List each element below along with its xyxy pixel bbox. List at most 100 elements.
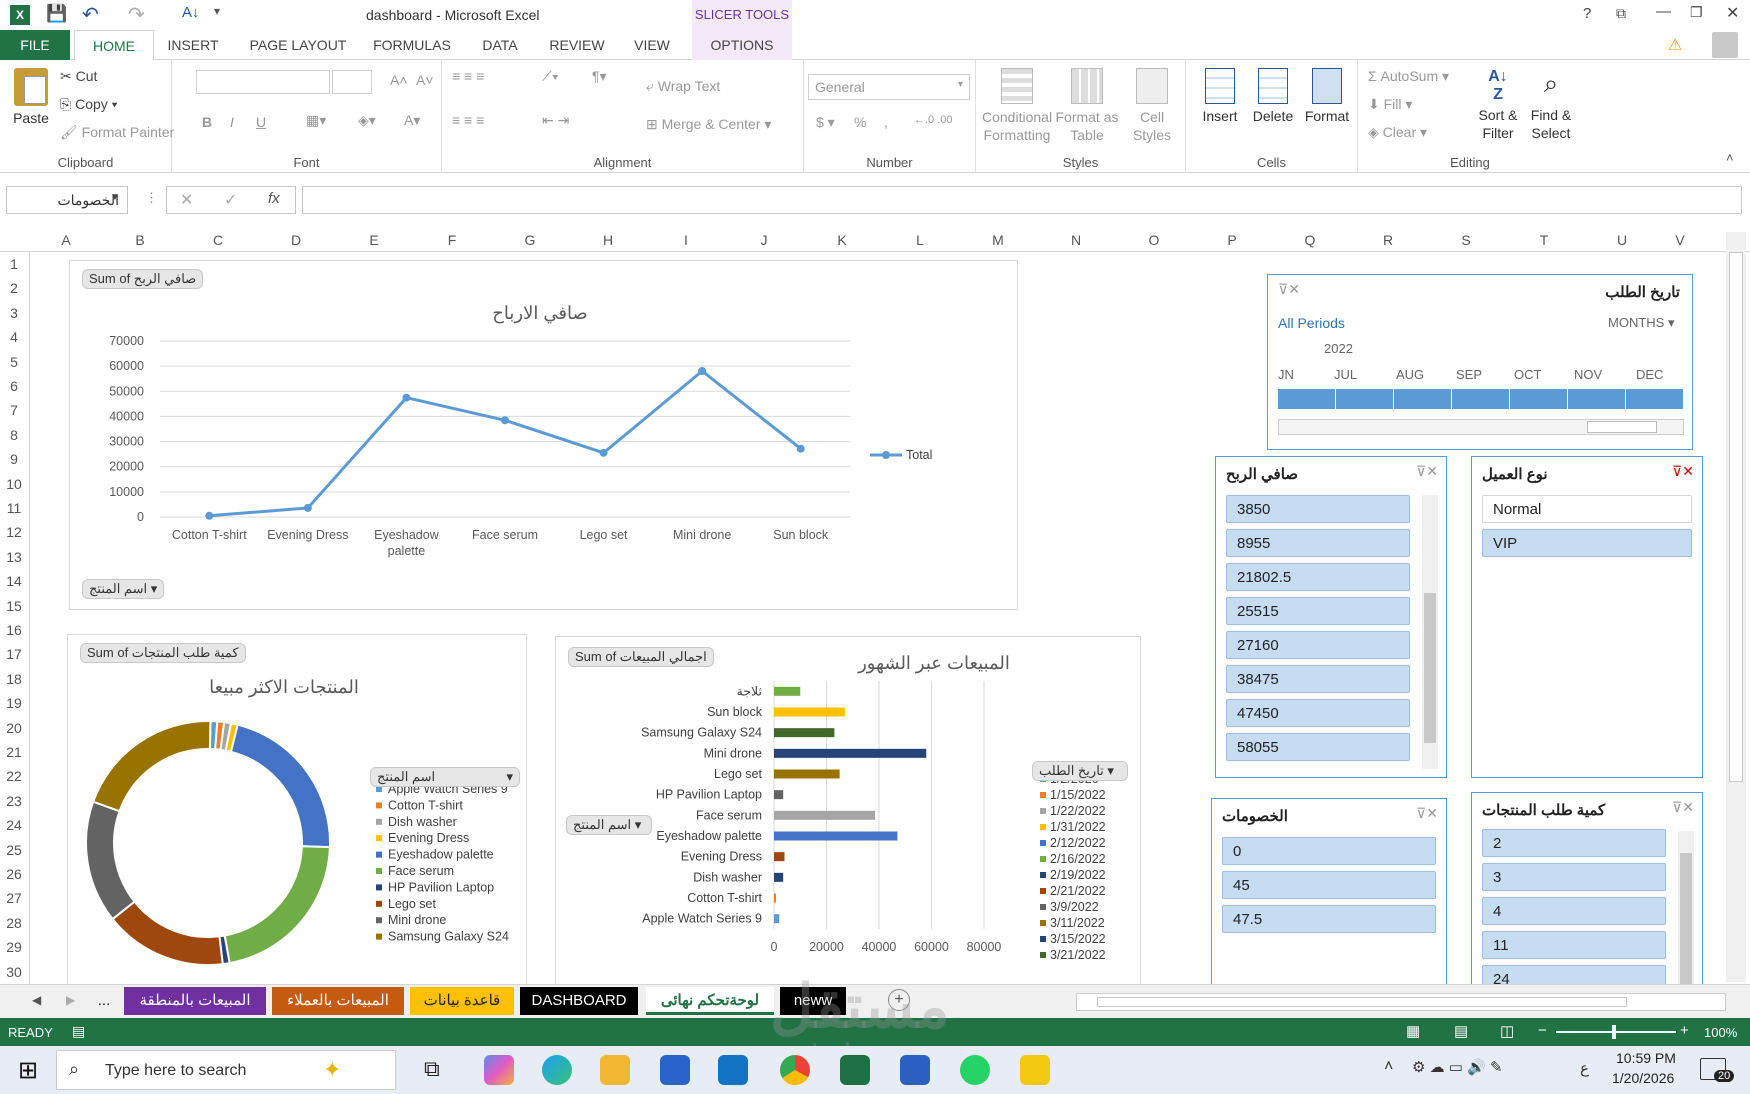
sheet-tab[interactable]: قاعدة بيانات	[410, 987, 514, 1015]
row-header[interactable]: 13	[0, 549, 28, 565]
column-header[interactable]: E	[335, 232, 413, 248]
tab-file[interactable]: FILE	[0, 30, 70, 60]
store-icon[interactable]	[660, 1055, 690, 1085]
row-header[interactable]: 10	[0, 476, 28, 492]
row-header[interactable]: 14	[0, 573, 28, 589]
column-header[interactable]: C	[179, 232, 257, 248]
slicer-item[interactable]: 27160	[1226, 631, 1410, 659]
cancel-formula-icon[interactable]: ✕	[180, 190, 193, 210]
format-painter-button[interactable]: 🖌 Format Painter	[60, 124, 174, 141]
timeline-month[interactable]: JUL	[1334, 367, 1357, 382]
font-name-select[interactable]	[196, 70, 330, 94]
all-periods-link[interactable]: All Periods	[1278, 315, 1345, 331]
sheet-tab[interactable]: المبيعات بالعملاء	[272, 987, 404, 1015]
slicer-item[interactable]: 47.5	[1222, 905, 1436, 933]
outlook-icon[interactable]	[718, 1055, 748, 1085]
clear-button[interactable]: ◈ Clear ▾	[1368, 124, 1427, 141]
collapse-ribbon-icon[interactable]: ˄	[1726, 150, 1734, 165]
windows-start-icon[interactable]: ⊞	[18, 1056, 38, 1085]
column-header[interactable]: O	[1115, 232, 1193, 248]
column-header[interactable]: U	[1583, 232, 1661, 248]
excel-logo-icon[interactable]: X	[10, 5, 30, 25]
clear-filter-icon[interactable]: ⊽✕	[1416, 805, 1438, 822]
customize-qat-icon[interactable]: ▾	[214, 4, 220, 18]
italic-button[interactable]: I	[230, 114, 234, 130]
slicer-item[interactable]: 11	[1482, 931, 1666, 959]
fill-color-icon[interactable]: ◈▾	[358, 112, 376, 129]
column-header[interactable]: P	[1193, 232, 1271, 248]
comma-button[interactable]: ,	[884, 114, 888, 130]
column-header[interactable]: Q	[1271, 232, 1349, 248]
row-header[interactable]: 19	[0, 695, 28, 711]
slicer-item[interactable]: 45	[1222, 871, 1436, 899]
customer-type-slicer[interactable]: نوع العميل ⊽✕ Normal VIP	[1471, 456, 1703, 778]
slicer-item[interactable]: 47450	[1226, 699, 1410, 727]
maximize-icon[interactable]: ❐	[1690, 4, 1703, 21]
clear-filter-icon[interactable]: ⊽✕	[1672, 463, 1694, 480]
column-header[interactable]: G	[491, 232, 569, 248]
clear-filter-icon[interactable]: ⊽✕	[1672, 799, 1694, 816]
column-header[interactable]: B	[101, 232, 179, 248]
chrome-icon[interactable]	[780, 1055, 810, 1085]
row-header[interactable]: 25	[0, 842, 28, 858]
tab-scroll-left-icon[interactable]: ◀	[32, 993, 41, 1007]
slicer-item[interactable]: VIP	[1482, 529, 1692, 557]
tab-formulas[interactable]: FORMULAS	[366, 30, 458, 60]
bar-chart-filter-button[interactable]: اسم المنتج ▾	[566, 815, 652, 835]
rtl-icon[interactable]: ¶▾	[592, 68, 607, 85]
row-header[interactable]: 27	[0, 890, 28, 906]
grow-font-icon[interactable]: A˄	[390, 72, 408, 88]
macro-record-icon[interactable]: ▤	[72, 1023, 85, 1040]
tray-chevron-icon[interactable]: ˄	[1384, 1058, 1393, 1076]
zoom-in-icon[interactable]: +	[1680, 1022, 1689, 1039]
merge-center-button[interactable]: ⊞ Merge & Center ▾	[646, 116, 771, 133]
insert-function-icon[interactable]: fx	[268, 190, 280, 207]
row-header[interactable]: 3	[0, 305, 28, 321]
conditional-formatting-button[interactable]: Conditional Formatting	[982, 68, 1052, 144]
row-header[interactable]: 15	[0, 598, 28, 614]
row-header[interactable]: 26	[0, 866, 28, 882]
tab-home[interactable]: HOME	[74, 30, 154, 60]
power-bi-icon[interactable]	[1020, 1055, 1050, 1085]
slicer-item[interactable]: 3	[1482, 863, 1666, 891]
profit-slicer-scrollbar[interactable]	[1422, 495, 1438, 769]
whatsapp-icon[interactable]	[960, 1055, 990, 1085]
column-header[interactable]: V	[1661, 232, 1699, 248]
cut-button[interactable]: ✂ Cut	[60, 68, 97, 85]
column-header[interactable]: J	[725, 232, 803, 248]
row-header[interactable]: 5	[0, 354, 28, 370]
timeline-month[interactable]: JN	[1278, 367, 1294, 382]
bar-chart[interactable]: Sum of اجمالي المبيعات المبيعات عبر الشه…	[555, 636, 1141, 984]
sort-filter-button[interactable]: A↓ Z Sort & Filter	[1474, 68, 1522, 142]
tab-view[interactable]: VIEW	[622, 30, 682, 60]
slicer-item[interactable]: 0	[1222, 837, 1436, 865]
file-explorer-icon[interactable]	[600, 1055, 630, 1085]
column-header[interactable]: R	[1349, 232, 1427, 248]
slicer-item[interactable]: 58055	[1226, 733, 1410, 761]
clear-filter-icon[interactable]: ⊽✕	[1278, 281, 1300, 298]
delete-cells-button[interactable]: Delete	[1248, 68, 1298, 124]
timeline-month[interactable]: OCT	[1514, 367, 1541, 382]
column-header[interactable]: L	[881, 232, 959, 248]
row-header[interactable]: 2	[0, 280, 28, 296]
decimal-icons[interactable]: ←.0 .00	[914, 114, 953, 126]
number-format-select[interactable]: General ▾	[808, 74, 970, 100]
paste-button[interactable]: Paste	[8, 68, 54, 148]
vertical-scrollbar[interactable]	[1726, 232, 1746, 982]
timeline-month[interactable]: AUG	[1396, 367, 1424, 382]
autosum-button[interactable]: Σ AutoSum ▾	[1368, 68, 1449, 85]
row-header[interactable]: 16	[0, 622, 28, 638]
zoom-slider[interactable]	[1556, 1025, 1676, 1039]
row-header[interactable]: 20	[0, 720, 28, 736]
close-icon[interactable]: ✕	[1726, 3, 1739, 23]
row-header[interactable]: 4	[0, 329, 28, 345]
find-select-button[interactable]: ⌕ Find & Select	[1524, 68, 1578, 142]
align-top-icon[interactable]: ≡ ≡ ≡	[452, 68, 484, 84]
sheet-tab[interactable]: ...	[92, 987, 116, 1015]
row-header[interactable]: 29	[0, 939, 28, 955]
column-header[interactable]: H	[569, 232, 647, 248]
clock-date[interactable]: 1/20/2026	[1612, 1070, 1674, 1086]
copilot-app-icon[interactable]	[484, 1055, 514, 1085]
undo-icon[interactable]: ↶	[82, 2, 99, 27]
line-chart-filter-button[interactable]: اسم المنتج ▾	[82, 579, 165, 599]
